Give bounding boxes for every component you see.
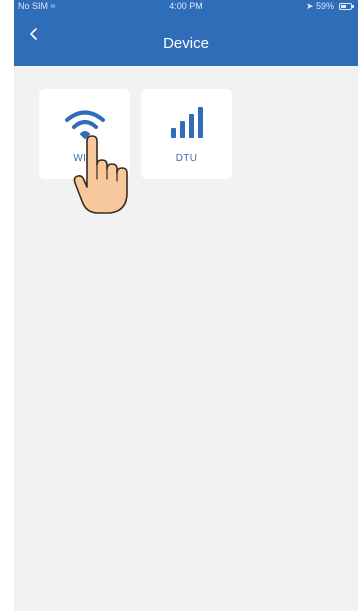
device-card-label: WIFI [73,153,96,164]
page-title: Device [163,35,209,52]
wifi-icon [39,106,130,140]
signal-bars-icon [141,106,232,140]
device-screen: No SIM ≈ 4:00 PM ➤ 59% Device WIFI DTU [14,0,358,611]
device-card-label: DTU [175,153,198,164]
chevron-left-icon [30,28,37,40]
status-battery-text: ➤ 59% [305,1,334,11]
back-button[interactable] [20,20,48,48]
device-card-wifi[interactable]: WIFI [39,89,130,179]
nav-bar: Device [14,14,358,66]
battery-icon [339,3,354,10]
device-card-dtu[interactable]: DTU [141,89,232,179]
status-bar: No SIM ≈ 4:00 PM ➤ 59% [14,0,358,14]
